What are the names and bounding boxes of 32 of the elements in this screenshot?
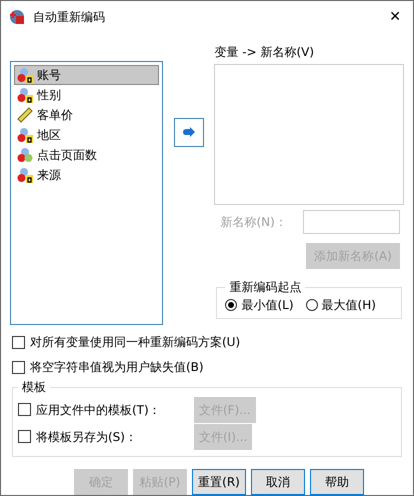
three-balls-icon xyxy=(17,147,33,163)
move-right-button[interactable] xyxy=(174,118,204,147)
dialog-button[interactable]: 重置(R) xyxy=(192,469,246,495)
checkbox-label: 应用文件中的模板(T)： xyxy=(36,402,162,418)
variable-item[interactable]: 账号 xyxy=(14,65,159,85)
radio-option[interactable]: 最大值(H) xyxy=(306,296,376,314)
list-label: 变量 -> 新名称(V) xyxy=(214,44,316,61)
field-label: 新名称(N)： xyxy=(220,214,287,231)
checkbox-label: 将空字符串值视为用户缺失值(B) xyxy=(30,359,204,376)
arrow-icon xyxy=(182,126,196,138)
radio-option[interactable]: 最小值(L) xyxy=(225,296,294,314)
variable-item[interactable]: 点击页面数 xyxy=(14,145,159,165)
group-title: 重新编码起点 xyxy=(228,279,302,296)
variable-item[interactable]: 客单价 xyxy=(14,105,159,125)
app-icon xyxy=(9,9,25,25)
checkbox-label: 将模板另存为(S)： xyxy=(36,428,138,446)
balls-letter-icon xyxy=(17,87,33,103)
variable-item[interactable]: 地区 xyxy=(14,125,159,145)
balls-letter-icon xyxy=(17,167,33,183)
ruler-icon xyxy=(17,107,33,123)
window-title: 自动重新编码 xyxy=(33,9,105,26)
dialog-button[interactable]: 取消 xyxy=(251,469,305,495)
balls-letter-icon xyxy=(17,127,33,143)
variable-item[interactable]: 性别 xyxy=(14,85,159,105)
dialog-button[interactable]: 帮助 xyxy=(310,469,364,495)
checkbox-label: 对所有变量使用同一种重新编码方案(U) xyxy=(30,334,240,351)
variable-item[interactable]: 来源 xyxy=(14,165,159,185)
group-title: 模板 xyxy=(21,379,47,396)
balls-letter-icon xyxy=(17,67,33,83)
close-button[interactable]: ✕ xyxy=(389,6,401,28)
checkbox[interactable] xyxy=(12,360,25,374)
checkbox[interactable] xyxy=(12,336,25,348)
